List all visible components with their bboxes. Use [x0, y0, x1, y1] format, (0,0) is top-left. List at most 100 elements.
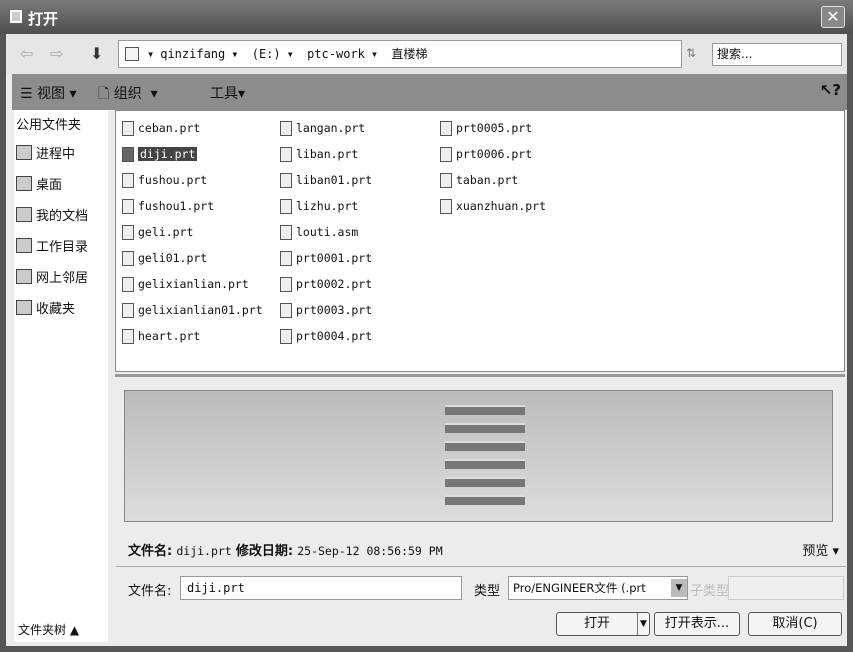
file-icon [440, 172, 452, 188]
file-item[interactable]: heart.prt [122, 327, 200, 345]
open-label: 打开 [583, 616, 610, 631]
view-label: 视图 [37, 86, 66, 102]
file-item[interactable]: louti.asm [280, 223, 358, 241]
open-rep-button[interactable]: 打开表示... [654, 612, 740, 636]
sidebar-item-label: 网上邻居 [36, 271, 89, 286]
file-name: prt0005.prt [456, 121, 533, 135]
file-item[interactable]: prt0003.prt [280, 301, 372, 319]
breadcrumb-segment[interactable]: ptc-work [307, 47, 365, 61]
refresh-icon[interactable]: ⇅ [686, 46, 696, 60]
network-icon [16, 269, 32, 284]
chevron-down-icon[interactable]: ▼ [671, 579, 687, 597]
file-item[interactable]: liban.prt [280, 145, 358, 163]
file-item[interactable]: liban01.prt [280, 171, 372, 189]
file-icon [280, 328, 292, 344]
file-icon [122, 120, 134, 136]
info-name: diji.prt [176, 544, 232, 558]
file-item[interactable]: prt0001.prt [280, 249, 372, 267]
sidebar-item-my-documents[interactable]: 我的文档 [14, 199, 108, 230]
preview-pane [124, 390, 833, 522]
subtype-select [728, 576, 844, 600]
file-name: diji.prt [138, 147, 198, 161]
open-dropdown-icon[interactable]: ▼ [637, 613, 649, 635]
file-icon [280, 250, 292, 266]
file-name: liban01.prt [296, 173, 373, 187]
file-item[interactable]: gelixianlian.prt [122, 275, 249, 293]
sidebar-item-desktop[interactable]: 桌面 [14, 168, 108, 199]
sidebar-header: 公用文件夹 [16, 118, 82, 133]
open-button[interactable]: 打开 ▼ [556, 612, 650, 636]
title-bar: 打开 ✕ [0, 0, 853, 34]
sidebar-item-in-session[interactable]: 进程中 [14, 137, 108, 168]
folder-icon [16, 238, 32, 253]
favorites-icon [16, 300, 32, 315]
file-item[interactable]: taban.prt [440, 171, 518, 189]
window-icon [10, 10, 22, 23]
file-icon [440, 146, 452, 162]
sidebar-item-favorites[interactable]: 收藏夹 [14, 292, 108, 323]
file-name: prt0006.prt [456, 147, 533, 161]
divider [116, 566, 846, 567]
down-arrow-icon[interactable]: ⬇ [90, 44, 103, 63]
folder-tree-toggle[interactable]: 文件夹树 ▲ [18, 621, 79, 638]
preview-toggle[interactable]: 预览 ▾ [802, 540, 839, 559]
file-icon [280, 120, 292, 136]
sidebar-item-network[interactable]: 网上邻居 [14, 261, 108, 292]
file-item[interactable]: ceban.prt [122, 119, 200, 137]
file-item[interactable]: langan.prt [280, 119, 365, 137]
file-item[interactable]: prt0006.prt [440, 145, 532, 163]
info-date: 25-Sep-12 08:56:59 PM [297, 544, 443, 558]
folder-tree-label: 文件夹树 [18, 623, 67, 637]
sidebar-item-label: 桌面 [36, 178, 63, 193]
file-icon [280, 198, 292, 214]
sidebar-item-label: 进程中 [36, 147, 76, 162]
file-item[interactable]: prt0004.prt [280, 327, 372, 345]
file-icon [440, 198, 452, 214]
file-item[interactable]: diji.prt [122, 145, 198, 163]
file-icon [280, 276, 292, 292]
breadcrumb-segment[interactable]: qinzifang [160, 47, 225, 61]
subtype-label: 子类型 [690, 584, 730, 599]
organize-menu[interactable]: 🗋 组织 ▾ [98, 83, 158, 107]
file-icon [122, 146, 134, 162]
breadcrumb-segment[interactable]: 直楼梯 [391, 47, 427, 61]
view-menu[interactable]: ☰ 视图 ▾ [20, 83, 77, 103]
folder-icon [125, 47, 139, 61]
file-name: geli.prt [138, 225, 194, 239]
help-cursor-icon[interactable]: ↖? [820, 81, 841, 99]
type-select[interactable]: Pro/ENGINEER文件 (.prt ▼ [508, 576, 688, 600]
filename-input[interactable]: diji.prt [180, 576, 462, 600]
open-dialog: 打开 ✕ ⇦ ⇨ ⬇ ▾ qinzifang ▾ (E:) ▾ ptc-work ▾ 直… [0, 0, 853, 652]
address-bar[interactable]: ▾qinzifang▾ (E:)▾ ptc-work▾ 直楼梯 ▼ [118, 40, 782, 68]
file-name: louti.asm [296, 225, 359, 239]
breadcrumb-segment[interactable]: (E:) [252, 47, 281, 61]
file-name: xuanzhuan.prt [456, 199, 547, 213]
file-item[interactable]: geli.prt [122, 223, 193, 241]
tools-menu[interactable]: 工具▾ [210, 83, 245, 103]
file-item[interactable]: prt0002.prt [280, 275, 372, 293]
back-icon[interactable]: ⇦ [20, 44, 33, 63]
file-item[interactable]: lizhu.prt [280, 197, 358, 215]
file-name: liban.prt [296, 147, 359, 161]
file-icon [280, 302, 292, 318]
file-icon [122, 276, 134, 292]
search-input[interactable]: 搜索... [712, 43, 842, 66]
desktop-icon [16, 176, 32, 191]
sidebar-item-label: 我的文档 [36, 209, 89, 224]
file-item[interactable]: fushou.prt [122, 171, 207, 189]
splitter[interactable] [115, 374, 845, 377]
cancel-button[interactable]: 取消(C) [748, 612, 842, 636]
file-item[interactable]: xuanzhuan.prt [440, 197, 546, 215]
file-icon [280, 146, 292, 162]
organize-label: 组织 [113, 86, 142, 102]
sidebar-item-working-dir[interactable]: 工作目录 [14, 230, 108, 261]
file-item[interactable]: gelixianlian01.prt [122, 301, 263, 319]
close-button[interactable]: ✕ [821, 6, 845, 28]
file-item[interactable]: geli01.prt [122, 249, 207, 267]
forward-icon[interactable]: ⇨ [50, 44, 63, 63]
file-item[interactable]: prt0005.prt [440, 119, 532, 137]
type-value: Pro/ENGINEER文件 (.prt [513, 581, 646, 595]
file-name: prt0004.prt [296, 329, 373, 343]
info-name-label: 文件名: [128, 544, 173, 559]
file-item[interactable]: fushou1.prt [122, 197, 214, 215]
